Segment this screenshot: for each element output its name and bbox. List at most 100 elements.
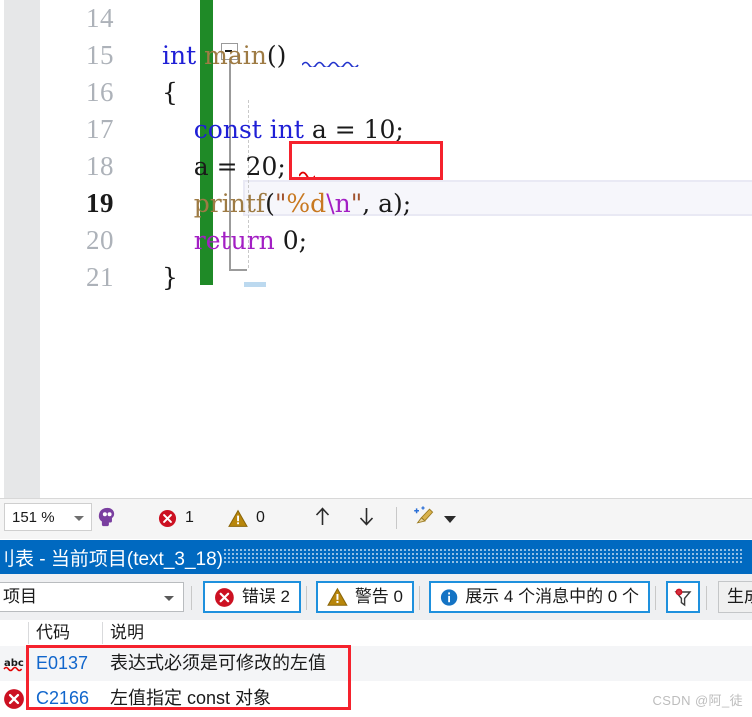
code-token: } (162, 263, 178, 292)
error-list-grid[interactable]: 代码 说明 abc E0137 表达式必须是可修改的左值 C2166 左值指定 cons… (0, 620, 752, 717)
next-error-button[interactable] (356, 505, 377, 531)
zoom-level-value: 151 % (12, 509, 55, 526)
chevron-down-icon[interactable] (164, 596, 174, 601)
toolbar-separator (396, 507, 397, 529)
filter-funnel-icon (674, 588, 692, 607)
code-line[interactable]: 21} (40, 259, 752, 296)
code-line[interactable]: 16 { (40, 74, 752, 111)
build-filter-label: 生成 (727, 587, 752, 606)
breakpoint-margin[interactable] (4, 0, 40, 498)
column-separator[interactable] (102, 622, 103, 644)
code-token: main (204, 41, 267, 70)
warnings-toggle-label: 警告 0 (354, 587, 403, 606)
toolbar-separator (706, 586, 707, 610)
intellisense-head-icon[interactable] (95, 505, 118, 531)
table-row[interactable]: C2166 左值指定 const 对象 (0, 681, 752, 716)
line-number: 14 (86, 3, 114, 33)
error-circle-icon (215, 587, 234, 607)
code-line-text: { (162, 74, 178, 111)
line-number: 21 (86, 262, 114, 292)
code-token: a = 20; (162, 152, 286, 181)
arrow-down-icon (359, 508, 374, 526)
broom-icon (414, 506, 434, 524)
table-row[interactable]: abc E0137 表达式必须是可修改的左值 (0, 646, 752, 681)
column-separator[interactable] (28, 622, 29, 644)
line-number: 17 (86, 114, 114, 144)
code-line-text: int main() (162, 37, 286, 74)
warning-count-indicator[interactable]: 0 (228, 505, 265, 531)
chevron-down-icon[interactable] (74, 516, 84, 521)
code-editor[interactable]: 14 15 int main() 16{17 const int a = 10; 18 … (0, 0, 752, 498)
error-list-panel-title[interactable]: 刂表 - 当前项目(text_3_18) (0, 540, 752, 574)
toolbar-separator (306, 586, 307, 610)
toolbar-separator (191, 586, 192, 610)
error-description-cell[interactable]: 表达式必须是可修改的左值 (110, 646, 326, 681)
code-token: 0; (274, 226, 308, 255)
errors-toggle-label: 错误 2 (241, 587, 290, 606)
error-circle-icon (3, 688, 27, 710)
code-token: " (350, 189, 363, 218)
code-token: printf (193, 189, 266, 218)
code-token: " (274, 189, 287, 218)
scope-filter-value: 项目 (3, 587, 37, 606)
clean-code-dropdown[interactable] (444, 505, 456, 531)
build-filter-button[interactable]: 生成 (718, 581, 752, 613)
code-line-text: return 0; (162, 222, 307, 259)
column-header-code[interactable]: 代码 (36, 621, 70, 645)
warning-triangle-icon (228, 509, 248, 527)
code-token: a = 10; (303, 115, 404, 144)
column-header-description[interactable]: 说明 (110, 621, 144, 645)
code-token: () (266, 41, 287, 70)
code-line[interactable]: 14 (40, 0, 752, 37)
error-code-cell[interactable]: C2166 (36, 681, 89, 716)
code-token: , a); (362, 189, 412, 218)
code-area[interactable]: 14 15 int main() 16{17 const int a = 10; 18 … (40, 0, 752, 498)
warning-triangle-icon (327, 587, 348, 606)
code-token: %d (286, 189, 327, 218)
error-count-indicator[interactable]: 1 (158, 505, 194, 531)
error-code-cell[interactable]: E0137 (36, 646, 88, 681)
chevron-down-icon (444, 516, 456, 523)
messages-toggle-button[interactable]: 展示 4 个消息中的 0 个 (429, 581, 650, 613)
toolbar-separator (655, 586, 656, 610)
code-token: return (193, 226, 275, 255)
info-circle-icon (440, 588, 458, 606)
code-line-text: a = 20; (162, 148, 286, 185)
scope-filter-select[interactable]: 项目 (0, 582, 184, 612)
line-number: 19 (86, 188, 114, 218)
error-count-label: 1 (185, 509, 194, 526)
line-number: 20 (86, 225, 114, 255)
arrow-up-icon (315, 507, 330, 525)
code-line[interactable]: 15 int main() (40, 37, 752, 74)
line-number: 15 (86, 40, 114, 70)
previous-error-button[interactable] (312, 505, 333, 531)
toolbar-separator (419, 586, 420, 610)
visual-studio-window: 14 15 int main() 16{17 const int a = 10; 18 … (0, 0, 752, 717)
code-token: const int (193, 115, 304, 144)
clean-code-button[interactable] (412, 505, 436, 531)
zoom-level-select[interactable]: 151 % (4, 503, 92, 531)
line-number: 18 (86, 151, 114, 181)
line-number: 16 (86, 77, 114, 107)
filter-button[interactable] (666, 581, 700, 613)
messages-toggle-label: 展示 4 个消息中的 0 个 (465, 587, 639, 606)
warnings-toggle-button[interactable]: 警告 0 (316, 581, 414, 613)
squiggle-abc-icon: abc (3, 653, 27, 675)
code-line[interactable]: 19 printf("%d\n", a); (40, 185, 752, 222)
code-token: \n (326, 189, 351, 218)
error-list-toolbar: 项目 错误 2 警告 0 展示 4 个消息中的 0 个 生 (0, 574, 752, 621)
error-circle-icon (158, 509, 177, 527)
code-line-text: } (162, 259, 178, 296)
editor-status-bar: 151 % 1 0 (0, 498, 752, 539)
errors-toggle-button[interactable]: 错误 2 (203, 581, 301, 613)
watermark: CSDN @阿_徒 (652, 693, 743, 708)
panel-drag-handle[interactable] (224, 549, 744, 565)
error-description-cell[interactable]: 左值指定 const 对象 (110, 681, 271, 716)
code-token: { (162, 78, 178, 107)
code-line[interactable]: 20 return 0; (40, 222, 752, 259)
code-token: int (162, 41, 197, 70)
